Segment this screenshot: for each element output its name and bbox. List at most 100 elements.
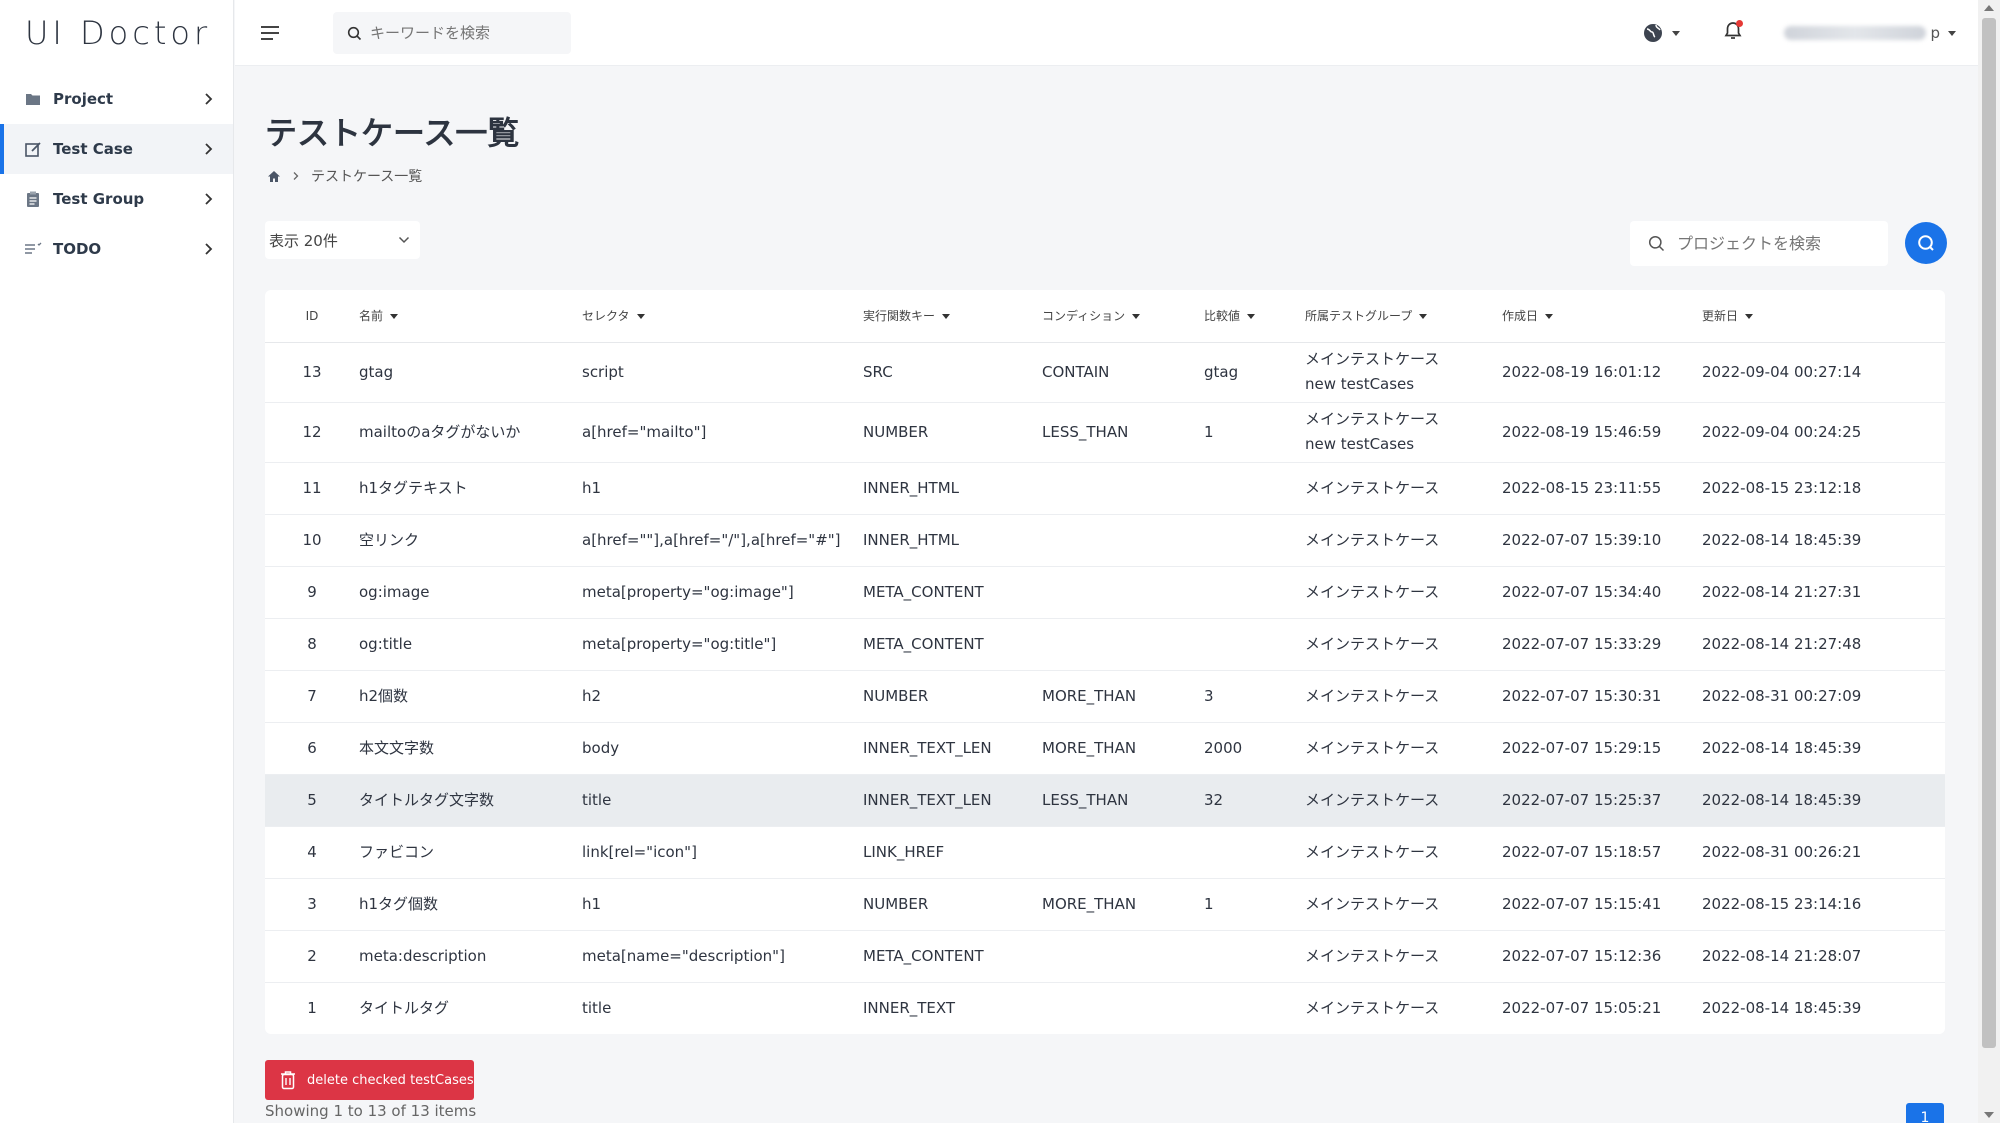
- cell-func-key: NUMBER: [863, 670, 1042, 723]
- cell-condition: MORE_THAN: [1042, 878, 1204, 931]
- cell-id: 8: [265, 618, 359, 671]
- cell-selector: title: [582, 774, 863, 827]
- cell-name: h1タグ個数: [359, 878, 582, 931]
- app-logo[interactable]: UI Doctor: [0, 0, 233, 66]
- page-scrollbar[interactable]: [1978, 0, 2000, 1123]
- group-label: メインテストケース: [1305, 410, 1440, 428]
- cell-created: 2022-07-07 15:12:36: [1502, 930, 1702, 983]
- cell-func-key: INNER_TEXT: [863, 998, 956, 1017]
- cell-group: メインテストケース: [1305, 774, 1502, 827]
- language-switcher[interactable]: [1642, 22, 1681, 44]
- chevron-down-icon: [1672, 30, 1681, 36]
- sidebar: UI Doctor Project Test Case Test Group T…: [0, 0, 234, 1123]
- sidebar-item-label: Project: [53, 90, 114, 108]
- cell-group: メインテストケース: [1305, 462, 1502, 515]
- cell-func-key: NUMBER: [863, 402, 1042, 463]
- search-button[interactable]: [1905, 222, 1947, 264]
- table-row[interactable]: 6 本文文字数 body INNER_TEXT_LEN MORE_THAN 2000 メイン…: [265, 722, 1945, 775]
- notifications-button[interactable]: [1724, 20, 1744, 45]
- cell-group: メインテストケース: [1305, 722, 1502, 775]
- cell-name: mailtoのaタグがないか: [359, 402, 582, 463]
- cell-compare: [1204, 514, 1305, 567]
- cell-compare: [1204, 462, 1305, 515]
- breadcrumb: テストケース一覧: [267, 166, 422, 186]
- cell-condition: [1042, 930, 1204, 983]
- column-header-id[interactable]: ID: [265, 290, 359, 343]
- cell-condition: LESS_THAN: [1042, 402, 1204, 463]
- cell-func-key: LINK_HREF: [863, 826, 1042, 879]
- cell-func-key: INNER_HTML: [863, 462, 1042, 515]
- keyword-search-input[interactable]: [370, 24, 560, 42]
- sidebar-item-test-case[interactable]: Test Case: [0, 124, 233, 174]
- delete-checked-button[interactable]: delete checked testCases: [265, 1060, 474, 1100]
- cell-func-key: META_CONTENT: [863, 566, 1042, 619]
- table-row[interactable]: 12 mailtoのaタグがないか a[href="mailto"] NUMBER LE…: [265, 402, 1945, 463]
- group-label: メインテストケース: [1305, 894, 1440, 913]
- column-header-name[interactable]: 名前: [359, 290, 582, 343]
- page-size-select[interactable]: 表示 20件: [265, 221, 420, 259]
- table-row[interactable]: 11 h1タグテキスト h1 INNER_HTML メインテストケース 2022-08-1…: [265, 462, 1945, 515]
- sidebar-item-test-group[interactable]: Test Group: [0, 174, 233, 224]
- scroll-up-icon[interactable]: [1984, 5, 1994, 11]
- cell-updated: 2022-08-14 18:45:39: [1702, 774, 1945, 827]
- column-header-group[interactable]: 所属テストグループ: [1305, 290, 1502, 343]
- sidebar-item-project[interactable]: Project: [0, 74, 233, 124]
- table-row[interactable]: 10 空リンク a[href=""],a[href="/"],a[href="#"]…: [265, 514, 1945, 567]
- table-row[interactable]: 5 タイトルタグ文字数 title INNER_TEXT_LEN LESS_THAN 32…: [265, 774, 1945, 827]
- cell-group: メインテストケース: [1305, 514, 1502, 567]
- home-icon[interactable]: [267, 170, 281, 183]
- cell-selector: body: [582, 722, 863, 775]
- search-icon: [347, 26, 362, 40]
- group-label: new testCases: [1305, 435, 1415, 453]
- user-email-suffix: p: [1930, 24, 1940, 42]
- column-header-updated[interactable]: 更新日: [1702, 290, 1945, 343]
- column-header-created[interactable]: 作成日: [1502, 290, 1702, 343]
- clipboard-icon: [23, 189, 43, 209]
- cell-created: 2022-08-19 16:01:12: [1502, 342, 1702, 403]
- cell-name: 本文文字数: [359, 722, 582, 775]
- sidebar-item-todo[interactable]: TODO: [0, 224, 233, 274]
- sidebar-item-label: Test Group: [53, 190, 145, 208]
- cell-func-key: NUMBER: [863, 878, 1042, 931]
- column-header-func-key[interactable]: 実行関数キー: [863, 290, 1042, 343]
- cell-updated: 2022-08-15 23:12:18: [1702, 462, 1945, 515]
- cell-condition: [1042, 462, 1204, 515]
- group-label: new testCases: [1305, 375, 1415, 393]
- table-row[interactable]: 9 og:image meta[property="og:image"] META_C…: [265, 566, 1945, 619]
- column-header-compare[interactable]: 比較値: [1204, 290, 1305, 343]
- table-row[interactable]: 4 ファビコン link[rel="icon"] LINK_HREF メインテストケース…: [265, 826, 1945, 879]
- cell-compare: [1204, 826, 1305, 879]
- table-row[interactable]: 13 gtag script SRC CONTAIN gtag メインテストケース new t…: [265, 342, 1945, 403]
- scrollbar-thumb[interactable]: [1982, 18, 1996, 1048]
- table-row[interactable]: 3 h1タグ個数 h1 NUMBER MORE_THAN 1 メインテストケース 2022-0…: [265, 878, 1945, 931]
- table-row[interactable]: 2 meta:description meta[name="description"…: [265, 930, 1945, 983]
- project-search-input[interactable]: [1677, 234, 1877, 253]
- table-row[interactable]: 8 og:title meta[property="og:title"] META_C…: [265, 618, 1945, 671]
- cell-created: 2022-08-19 15:46:59: [1502, 402, 1702, 463]
- cell-created: 2022-07-07 15:18:57: [1502, 826, 1702, 879]
- cell-compare: [1204, 618, 1305, 671]
- cell-id: 9: [265, 566, 359, 619]
- hamburger-menu-icon[interactable]: [259, 22, 281, 44]
- user-menu[interactable]: p: [1784, 24, 1956, 42]
- cell-name: og:image: [359, 566, 582, 619]
- chevron-right-icon: [205, 193, 213, 205]
- test-case-table-card: ID 名前 セレクタ 実行関数キー コンディション 比較値 所属テストグループ …: [265, 290, 1945, 1034]
- column-header-selector[interactable]: セレクタ: [582, 290, 863, 343]
- cell-selector: meta[name="description"]: [582, 930, 863, 983]
- column-header-condition[interactable]: コンディション: [1042, 290, 1204, 343]
- cell-selector: h1: [582, 878, 863, 931]
- cell-condition: [1042, 982, 1204, 1034]
- page-title: テストケース一覧: [265, 114, 520, 152]
- cell-compare: [1204, 930, 1305, 983]
- cell-updated: 2022-08-31 00:26:21: [1702, 826, 1945, 879]
- cell-func-key: INNER_TEXT_LEN: [863, 722, 1042, 775]
- cell-created: 2022-07-07 15:15:41: [1502, 878, 1702, 931]
- cell-func-key: META_CONTENT: [863, 618, 1042, 671]
- pagination-page-1[interactable]: 1: [1906, 1103, 1944, 1123]
- scroll-down-icon[interactable]: [1984, 1112, 1994, 1118]
- table-row[interactable]: 1 タイトルタグ title INNER_TEXT メインテストケース 2022-07-0…: [265, 982, 1945, 1034]
- table-row[interactable]: 7 h2個数 h2 NUMBER MORE_THAN 3 メインテストケース 2022-07-…: [265, 670, 1945, 723]
- cell-condition: MORE_THAN: [1042, 670, 1204, 723]
- cell-selector: link[rel="icon"]: [582, 826, 863, 879]
